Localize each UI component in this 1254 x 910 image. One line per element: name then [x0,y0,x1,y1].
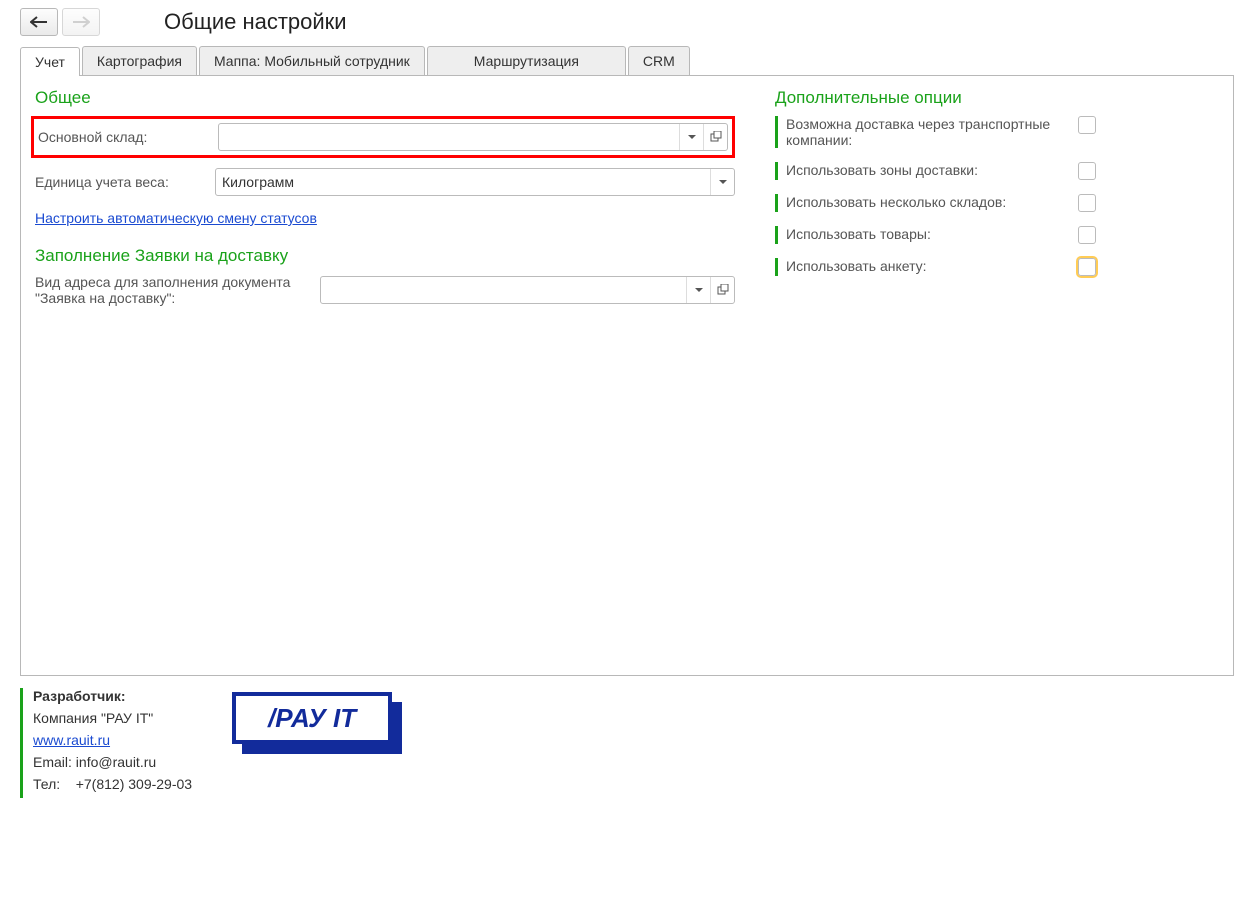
weight-unit-value[interactable]: Килограмм [216,169,710,195]
chevron-down-icon [688,135,696,140]
tab-mappa-mobile[interactable]: Маппа: Мобильный сотрудник [199,46,425,75]
option-warehouses-label: Использовать несколько складов: [786,194,1066,210]
open-dialog-icon [717,284,729,296]
main-warehouse-row: Основной склад: [31,116,735,158]
developer-logo: /РАУ IT [232,692,402,756]
option-delivery-zones: Использовать зоны доставки: [775,162,1219,180]
weight-unit-combo[interactable]: Килограмм [215,168,735,196]
option-goods-label: Использовать товары: [786,226,1066,242]
section-options-title: Дополнительные опции [775,88,1219,108]
email-value: info@rauit.ru [76,754,156,770]
developer-label: Разработчик: [33,688,192,704]
option-survey-checkbox[interactable] [1078,258,1096,276]
address-type-combo[interactable] [320,276,735,304]
option-survey-label: Использовать анкету: [786,258,1066,274]
main-warehouse-value[interactable] [219,124,679,150]
tab-routing[interactable]: Маршрутизация [427,46,626,75]
option-goods-checkbox[interactable] [1078,226,1096,244]
section-fill-title: Заполнение Заявки на доставку [35,246,735,266]
developer-url[interactable]: www.rauit.ru [33,732,110,748]
developer-phone: Тел: +7(812) 309-29-03 [33,776,192,792]
forward-button[interactable] [62,8,100,36]
address-type-row: Вид адреса для заполнения документа "Зая… [35,274,735,306]
phone-value: +7(812) 309-29-03 [76,776,192,792]
main-warehouse-label: Основной склад: [38,129,218,145]
option-transport-companies: Возможна доставка через транспортные ком… [775,116,1219,148]
address-type-label: Вид адреса для заполнения документа "Зая… [35,274,320,306]
arrow-left-icon [30,16,48,28]
developer-company: Компания "РАУ IT" [33,710,192,726]
page-title: Общие настройки [164,9,347,35]
option-use-goods: Использовать товары: [775,226,1219,244]
main-warehouse-combo[interactable] [218,123,728,151]
chevron-down-icon [695,288,703,293]
phone-label: Тел: [33,776,60,792]
tabs-bar: Учет Картография Маппа: Мобильный сотруд… [20,46,1234,76]
footer: Разработчик: Компания "РАУ IT" www.rauit… [20,688,1234,798]
configure-status-link[interactable]: Настроить автоматическую смену статусов [35,210,317,226]
tab-crm[interactable]: CRM [628,46,690,75]
tab-accounting[interactable]: Учет [20,47,80,76]
option-transport-label: Возможна доставка через транспортные ком… [786,116,1066,148]
option-multiple-warehouses: Использовать несколько складов: [775,194,1219,212]
weight-unit-label: Единица учета веса: [35,174,215,190]
main-warehouse-open-btn[interactable] [703,124,727,150]
option-zones-checkbox[interactable] [1078,162,1096,180]
email-label: Email: [33,754,72,770]
arrow-right-icon [72,16,90,28]
address-type-open-btn[interactable] [710,277,734,303]
weight-unit-dropdown-btn[interactable] [710,169,734,195]
option-transport-checkbox[interactable] [1078,116,1096,134]
chevron-down-icon [719,180,727,185]
main-warehouse-dropdown-btn[interactable] [679,124,703,150]
section-general-title: Общее [35,88,735,108]
option-warehouses-checkbox[interactable] [1078,194,1096,212]
open-dialog-icon [710,131,722,143]
logo-box: /РАУ IT [232,692,392,744]
tab-cartography[interactable]: Картография [82,46,197,75]
option-zones-label: Использовать зоны доставки: [786,162,1066,178]
address-type-dropdown-btn[interactable] [686,277,710,303]
back-button[interactable] [20,8,58,36]
address-type-value[interactable] [321,277,686,303]
option-use-survey: Использовать анкету: [775,258,1219,276]
developer-email: Email: info@rauit.ru [33,754,192,770]
weight-unit-row: Единица учета веса: Килограмм [35,168,735,196]
